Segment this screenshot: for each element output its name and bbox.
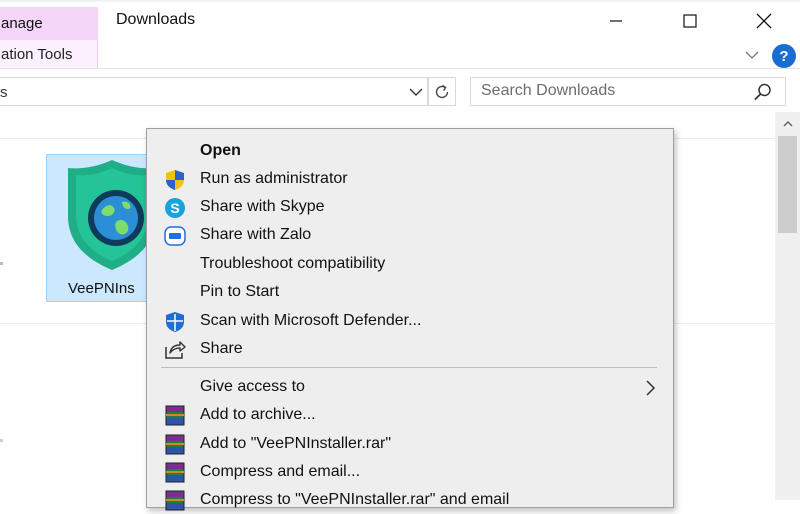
minimize-icon: [610, 20, 622, 22]
uac-shield-icon: [166, 170, 184, 190]
minimize-button[interactable]: [593, 6, 639, 36]
menu-item-give-access-to[interactable]: Give access to: [148, 373, 672, 401]
ribbon-tab-application-tools[interactable]: ation Tools: [0, 40, 98, 68]
address-path-text[interactable]: s: [0, 84, 8, 101]
ribbon-tab-manage[interactable]: anage: [0, 7, 98, 40]
winrar-icon: [165, 434, 185, 455]
refresh-icon: [435, 84, 449, 98]
share-icon: [165, 341, 186, 359]
menu-item-share-with-zalo[interactable]: Share with Zalo: [148, 221, 672, 249]
menu-item-label: Give access to: [200, 378, 305, 395]
maximize-button[interactable]: [667, 6, 713, 36]
winrar-icon: [165, 490, 185, 511]
context-menu: Open Run as administrator S Share with S…: [146, 128, 674, 511]
menu-item-label: Add to archive...: [200, 406, 316, 423]
zalo-icon: [164, 226, 186, 246]
refresh-button[interactable]: [428, 77, 456, 106]
menu-item-troubleshoot-compatibility[interactable]: Troubleshoot compatibility: [148, 250, 672, 278]
menu-item-label: Share: [200, 340, 243, 357]
svg-text:S: S: [170, 200, 179, 216]
skype-icon: S: [165, 198, 185, 218]
winrar-icon: [165, 462, 185, 483]
address-history-dropdown[interactable]: [406, 83, 426, 101]
menu-item-label: Scan with Microsoft Defender...: [200, 312, 422, 329]
menu-item-label: Open: [200, 142, 241, 159]
menu-item-label: Troubleshoot compatibility: [200, 255, 386, 272]
menu-item-pin-to-start[interactable]: Pin to Start: [148, 278, 672, 306]
help-icon: ?: [779, 47, 789, 65]
window-title: Downloads: [116, 11, 196, 28]
menu-item-share[interactable]: Share: [148, 335, 672, 363]
menu-item-label: Compress to "VeePNInstaller.rar" and ema…: [200, 491, 510, 508]
menu-item-scan-with-defender[interactable]: Scan with Microsoft Defender...: [148, 307, 672, 335]
search-input[interactable]: [481, 80, 741, 102]
edge-marker: [0, 262, 3, 265]
file-name-label[interactable]: VeePNIns: [68, 280, 146, 297]
search-icon[interactable]: [752, 82, 774, 102]
scrollbar-thumb[interactable]: [778, 136, 797, 233]
menu-item-label: Pin to Start: [200, 283, 280, 300]
edge-marker: [0, 439, 3, 442]
ribbon-divider: [0, 68, 800, 69]
chevron-down-icon: [409, 88, 423, 96]
scroll-up-button[interactable]: [775, 114, 800, 134]
maximize-icon: [683, 14, 697, 28]
expand-ribbon-button[interactable]: [741, 44, 763, 66]
menu-item-compress-and-email[interactable]: Compress and email...: [148, 458, 672, 486]
menu-item-open[interactable]: Open: [148, 137, 672, 165]
address-bar[interactable]: [0, 77, 428, 106]
menu-item-label: Add to "VeePNInstaller.rar": [200, 435, 392, 452]
defender-shield-icon: [166, 312, 184, 332]
window-top-border: [0, 0, 800, 2]
menu-item-label: Share with Skype: [200, 198, 325, 215]
help-button[interactable]: ?: [772, 44, 796, 68]
menu-item-add-to-archive[interactable]: Add to archive...: [148, 401, 672, 429]
close-button[interactable]: [741, 6, 787, 36]
menu-item-compress-to-rar-and-email[interactable]: Compress to "VeePNInstaller.rar" and ema…: [148, 486, 672, 514]
menu-item-share-with-skype[interactable]: S Share with Skype: [148, 193, 672, 221]
menu-item-run-as-administrator[interactable]: Run as administrator: [148, 165, 672, 193]
chevron-down-icon: [745, 51, 759, 59]
close-icon: [756, 13, 772, 29]
menu-item-label: Share with Zalo: [200, 226, 312, 243]
winrar-icon: [165, 405, 185, 426]
menu-item-label: Compress and email...: [200, 463, 361, 480]
chevron-right-icon: [646, 380, 656, 396]
chevron-up-icon: [783, 121, 792, 127]
menu-item-add-to-rar[interactable]: Add to "VeePNInstaller.rar": [148, 430, 672, 458]
menu-item-label: Run as administrator: [200, 170, 348, 187]
menu-separator: [161, 367, 657, 368]
